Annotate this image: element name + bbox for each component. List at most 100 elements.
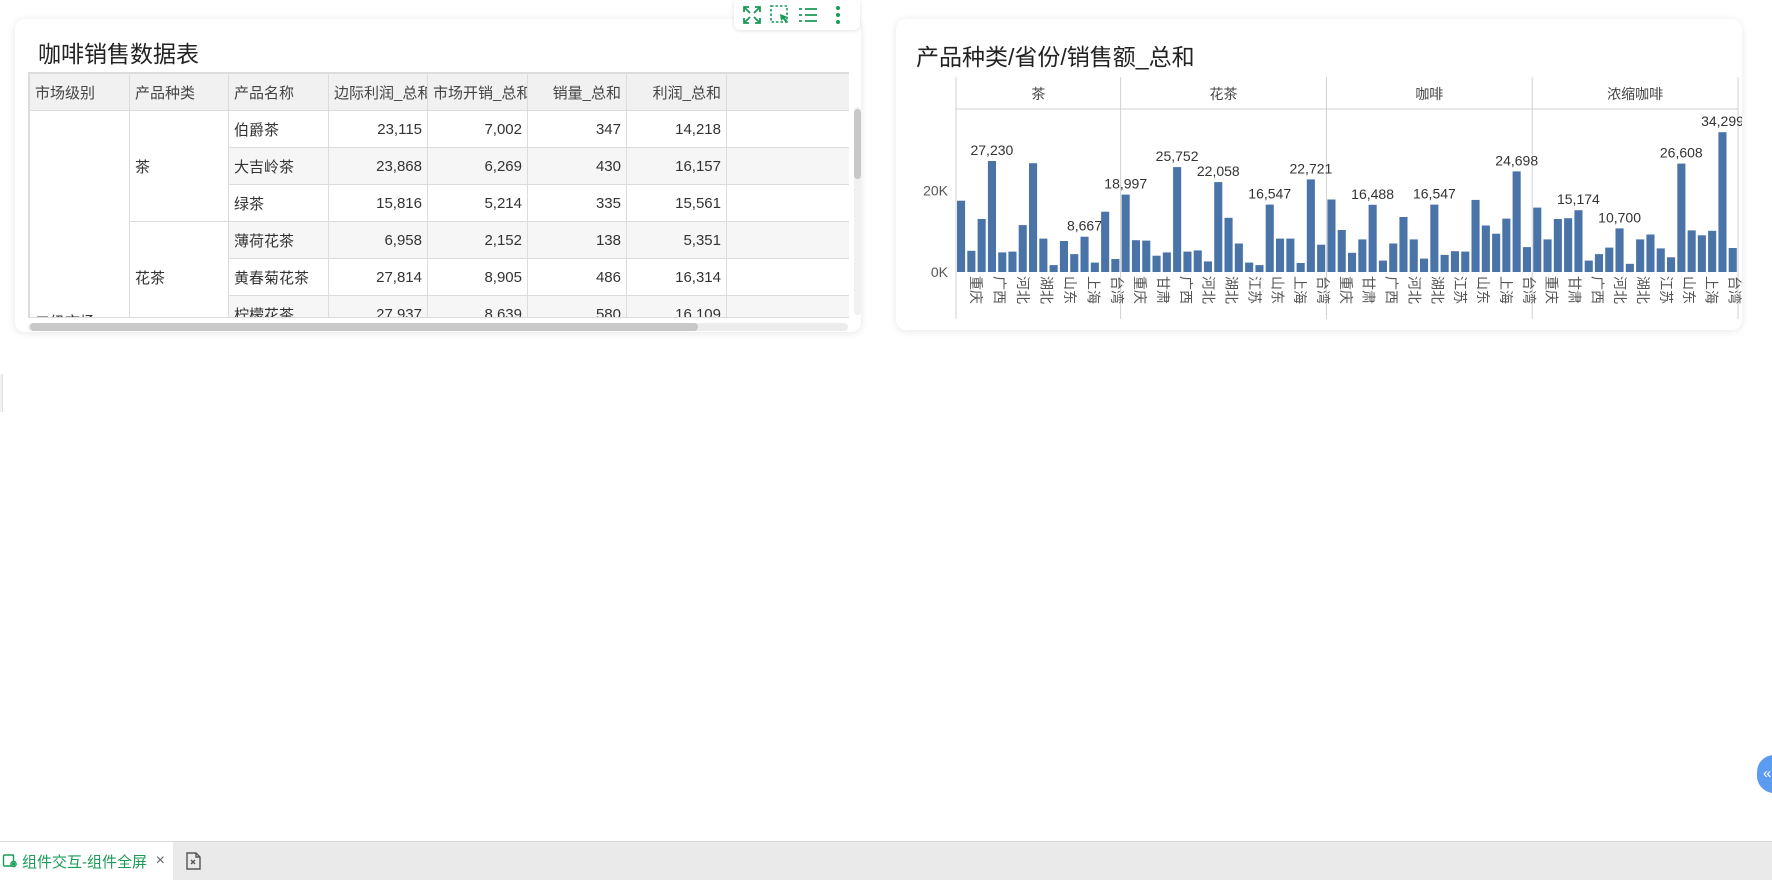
expand-panel-button[interactable]: «: [1757, 755, 1772, 793]
fullscreen-icon[interactable]: [740, 3, 764, 27]
data-label: 22,721: [1289, 160, 1332, 176]
bar: [998, 252, 1007, 272]
value-cell: 15,561: [626, 184, 727, 222]
bar: [1636, 239, 1645, 272]
column-header[interactable]: 销: [726, 73, 849, 111]
product-name-cell: 大吉岭茶: [228, 147, 329, 185]
bar: [1420, 258, 1429, 272]
value-cell: 8,905: [427, 258, 528, 296]
sales-table-widget: 咖啡销售数据表 市场级别 产品种类 产品名称 边际利润_总和 市场开销_总和 销量_总和利…: [15, 19, 861, 332]
bar: [1389, 243, 1398, 272]
bar: [1584, 260, 1593, 272]
more-vertical-icon[interactable]: [826, 3, 850, 27]
value-cell: 7,002: [427, 110, 528, 148]
bar: [1615, 228, 1624, 272]
panel-header-label: 花茶: [1210, 86, 1238, 102]
bar: [1358, 239, 1367, 272]
x-tick-label: 江苏: [1452, 276, 1468, 304]
table-title: 咖啡销售数据表: [38, 41, 199, 67]
column-header[interactable]: 销量_总和: [527, 73, 627, 111]
bar: [1461, 251, 1470, 272]
data-label: 27,230: [970, 142, 1013, 158]
x-tick-label: 台湾: [1315, 276, 1331, 304]
value-cell: 138: [527, 221, 627, 259]
bar: [1070, 254, 1079, 272]
bar: [1574, 210, 1583, 272]
bar: [1522, 247, 1531, 272]
table-row[interactable]: 花茶 薄荷花茶 6,958 2,152 138 5,351: [30, 221, 849, 317]
data-label: 18,997: [1104, 176, 1147, 192]
bar: [1173, 167, 1182, 272]
x-tick-label: 上海: [1704, 276, 1720, 304]
column-header[interactable]: 市场开销_总和: [427, 73, 528, 111]
bar: [1471, 199, 1480, 272]
bar-chart: 0K20K茶27,2308,667重庆 广西 河北 湖北 山东 上海 台湾花茶18,9972…: [923, 77, 1742, 319]
bar: [1687, 230, 1696, 272]
column-header[interactable]: 利润_总和: [626, 73, 727, 111]
product-name-cell: 伯爵茶: [228, 110, 329, 148]
x-tick-label: 山东: [1062, 276, 1078, 304]
bar: [1327, 199, 1336, 272]
overflow-cell: [726, 184, 849, 222]
category-cell: 花茶: [129, 221, 229, 317]
x-tick-label: 上海: [1292, 276, 1308, 304]
horizontal-scrollbar[interactable]: [28, 323, 848, 331]
panel-header-label: 茶: [1031, 86, 1045, 102]
bar: [1430, 204, 1439, 272]
column-header[interactable]: 产品名称: [228, 73, 329, 111]
data-label: 10,700: [1598, 209, 1641, 225]
x-tick-label: 山东: [1681, 276, 1697, 304]
value-cell: 2,152: [427, 221, 528, 259]
bar: [1594, 254, 1603, 272]
overflow-cell: [726, 295, 849, 317]
bar: [1605, 247, 1614, 272]
bar: [1533, 207, 1542, 272]
x-tick-label: 山东: [1475, 276, 1491, 304]
list-icon[interactable]: [796, 3, 820, 27]
category-cell: 茶: [129, 110, 229, 222]
x-tick-label: 湖北: [1635, 276, 1651, 304]
table-row[interactable]: 二级市场茶伯爵茶23,1157,00234714,218: [29, 110, 849, 317]
bar: [1348, 252, 1357, 272]
data-label: 8,667: [1067, 218, 1102, 234]
tab-component-fullscreen[interactable]: 组件交互-组件全屏 ×: [0, 842, 173, 880]
close-icon[interactable]: ×: [156, 852, 165, 870]
vertical-scrollbar[interactable]: [854, 107, 861, 315]
value-cell: 27,814: [328, 258, 428, 296]
overflow-cell: [726, 147, 849, 185]
bar: [1543, 239, 1552, 272]
bar: [1502, 218, 1511, 272]
column-header[interactable]: 产品种类: [129, 73, 229, 111]
bar: [1039, 238, 1048, 272]
table-viewport[interactable]: 市场级别产品种类产品名称边际利润_总和市场开销_总和销量_总和利润_总和销 二级…: [28, 72, 849, 318]
bar: [987, 161, 996, 272]
value-cell: 430: [527, 147, 627, 185]
data-label: 15,174: [1557, 191, 1600, 207]
bar: [1440, 254, 1449, 272]
x-tick-label: 江苏: [1246, 276, 1262, 304]
x-tick-label: 上海: [1498, 276, 1514, 304]
value-cell: 16,109: [626, 295, 727, 317]
bar: [1450, 251, 1459, 272]
box-select-icon[interactable]: [768, 3, 792, 27]
bar: [1152, 255, 1161, 272]
x-tick-label: 重庆: [1544, 276, 1560, 304]
bar: [1131, 240, 1140, 272]
horizontal-scrollbar-thumb[interactable]: [30, 323, 698, 331]
left-edge-handle[interactable]: [0, 374, 3, 412]
x-tick-label: 台湾: [1727, 276, 1742, 304]
x-tick-label: 河北: [1201, 276, 1217, 304]
data-label: 16,547: [1413, 186, 1456, 202]
value-cell: 8,639: [427, 295, 528, 317]
bar: [1625, 263, 1634, 272]
column-header[interactable]: 边际利润_总和: [328, 73, 428, 111]
bar: [1008, 251, 1017, 272]
bar: [1276, 238, 1285, 272]
bar: [1646, 234, 1655, 272]
x-tick-label: 广西: [991, 276, 1007, 304]
add-page-icon[interactable]: [182, 850, 204, 872]
vertical-scrollbar-thumb[interactable]: [854, 109, 861, 179]
bar: [1193, 250, 1202, 272]
column-header[interactable]: 市场级别: [29, 73, 130, 111]
bar: [1029, 163, 1038, 272]
